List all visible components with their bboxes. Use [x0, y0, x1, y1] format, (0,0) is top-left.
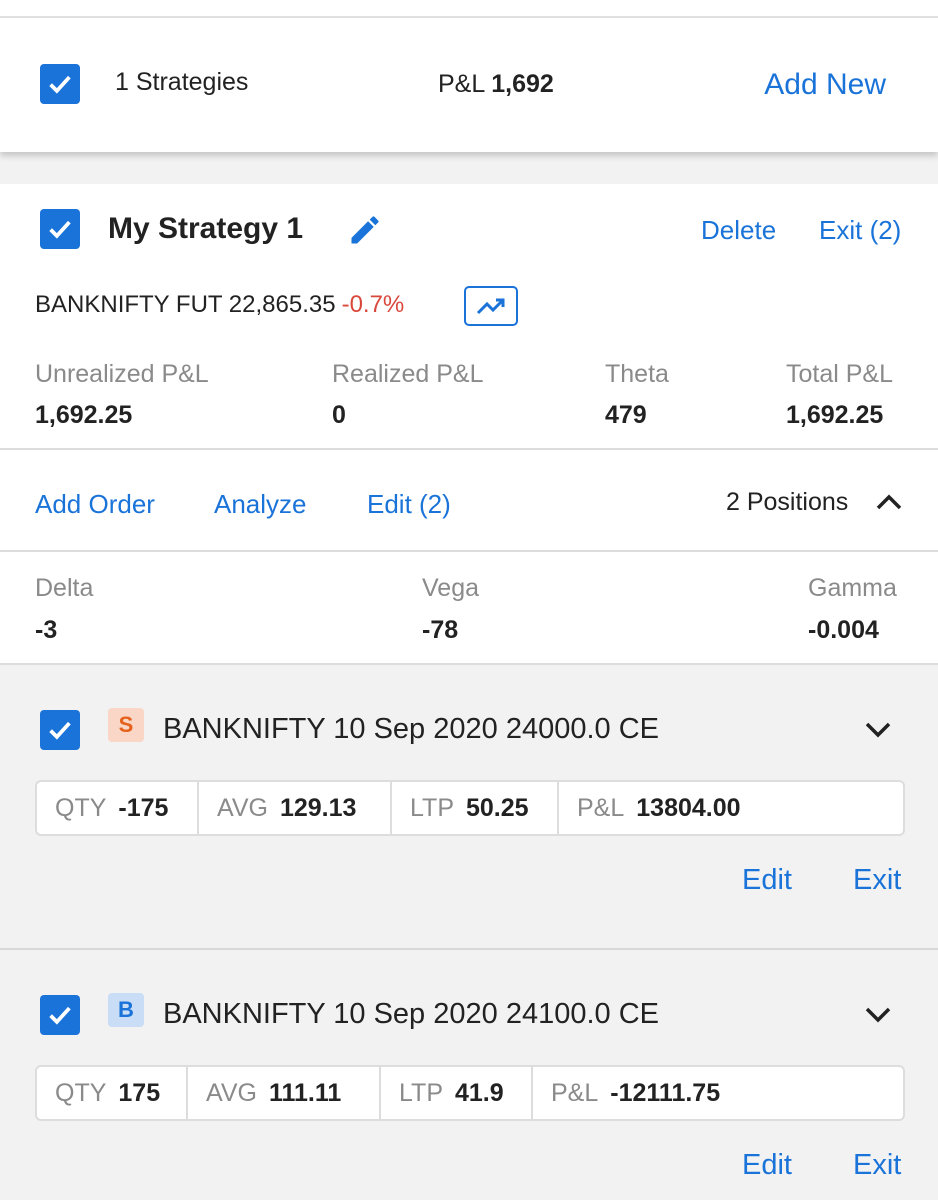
strategy-checkbox[interactable]	[40, 209, 80, 249]
unrealized-pnl-value: 1,692.25	[35, 401, 133, 429]
position-card: B BANKNIFTY 10 Sep 2020 24100.0 CE QTY 17…	[0, 950, 938, 1200]
theta-label: Theta	[605, 360, 669, 388]
add-order-button[interactable]: Add Order	[35, 489, 155, 520]
chevron-down-icon[interactable]	[863, 1004, 893, 1026]
chevron-up-icon[interactable]	[874, 490, 904, 512]
ltp-value: 50.25	[466, 793, 529, 822]
header-pnl: P&L 1,692	[438, 70, 554, 99]
avg-cell: AVG 111.11	[188, 1067, 381, 1119]
instrument-price: BANKNIFTY FUT 22,865.35	[35, 291, 336, 318]
trending-up-icon	[476, 298, 505, 315]
avg-label: AVG	[217, 793, 268, 822]
header-pnl-value: 1,692	[491, 70, 554, 98]
strategies-count: 1 Strategies	[115, 68, 249, 96]
qty-cell: QTY 175	[37, 1067, 188, 1119]
delta-label: Delta	[35, 574, 94, 602]
ltp-cell: LTP 41.9	[381, 1067, 533, 1119]
edit-position-button[interactable]: Edit	[742, 864, 792, 897]
position-title: BANKNIFTY 10 Sep 2020 24000.0 CE	[163, 713, 659, 745]
pnl-label: P&L	[577, 793, 625, 822]
avg-cell: AVG 129.13	[199, 782, 392, 834]
exit-position-button[interactable]: Exit	[853, 1149, 901, 1182]
strategy-name: My Strategy 1	[108, 212, 304, 245]
avg-value: 129.13	[279, 793, 357, 822]
pnl-value: -12111.75	[610, 1078, 721, 1107]
total-pnl-label: Total P&L	[786, 360, 894, 388]
instrument-change: -0.7%	[341, 291, 405, 318]
sell-badge: S	[108, 708, 144, 742]
total-pnl-value: 1,692.25	[786, 401, 884, 429]
realized-pnl-value: 0	[332, 401, 346, 429]
unrealized-pnl-label: Unrealized P&L	[35, 360, 209, 388]
divider	[0, 448, 938, 450]
pnl-label: P&L	[551, 1078, 599, 1107]
delta-value: -3	[35, 616, 58, 644]
gamma-value: -0.004	[808, 616, 879, 644]
divider	[0, 550, 938, 552]
check-icon	[49, 1006, 71, 1025]
position-checkbox[interactable]	[40, 995, 80, 1035]
positions-count[interactable]: 2 Positions	[726, 488, 848, 517]
add-new-button[interactable]: Add New	[764, 68, 886, 102]
chart-button[interactable]	[464, 286, 518, 326]
qty-value: 175	[118, 1078, 161, 1107]
pencil-icon[interactable]	[347, 212, 383, 248]
position-details: QTY 175 AVG 111.11 LTP 41.9 P&L -12111.75	[35, 1065, 905, 1121]
underlying-instrument: BANKNIFTY FUT 22,865.35 -0.7%	[35, 291, 404, 319]
ltp-cell: LTP 50.25	[392, 782, 559, 834]
realized-pnl-label: Realized P&L	[332, 360, 484, 388]
position-title: BANKNIFTY 10 Sep 2020 24100.0 CE	[163, 998, 659, 1030]
delete-strategy-button[interactable]: Delete	[701, 215, 776, 246]
pnl-cell: P&L -12111.75	[533, 1067, 903, 1119]
ltp-label: LTP	[399, 1078, 443, 1107]
exit-strategy-button[interactable]: Exit (2)	[819, 215, 901, 246]
exit-position-button[interactable]: Exit	[853, 864, 901, 897]
avg-label: AVG	[206, 1078, 257, 1107]
select-all-checkbox[interactable]	[40, 64, 80, 104]
chevron-down-icon[interactable]	[863, 719, 893, 741]
strategy-card: My Strategy 1 Delete Exit (2) BANKNIFTY …	[0, 184, 938, 664]
vega-label: Vega	[422, 574, 480, 602]
check-icon	[49, 75, 71, 94]
check-icon	[49, 220, 71, 239]
qty-label: QTY	[55, 1078, 107, 1107]
check-icon	[49, 721, 71, 740]
analyze-button[interactable]: Analyze	[214, 489, 307, 520]
qty-value: -175	[118, 793, 169, 822]
qty-label: QTY	[55, 793, 107, 822]
avg-value: 111.11	[268, 1078, 342, 1107]
pnl-value: 13804.00	[636, 793, 741, 822]
header-pnl-label: P&L	[438, 70, 486, 98]
vega-value: -78	[422, 616, 459, 644]
ltp-value: 41.9	[455, 1078, 504, 1107]
buy-badge: B	[108, 993, 144, 1027]
position-checkbox[interactable]	[40, 710, 80, 750]
pnl-cell: P&L 13804.00	[559, 782, 903, 834]
edit-position-button[interactable]: Edit	[742, 1149, 792, 1182]
position-card: S BANKNIFTY 10 Sep 2020 24000.0 CE QTY -1…	[0, 665, 938, 949]
theta-value: 479	[605, 401, 647, 429]
ltp-label: LTP	[410, 793, 454, 822]
position-details: QTY -175 AVG 129.13 LTP 50.25 P&L 13804.00	[35, 780, 905, 836]
gamma-label: Gamma	[808, 574, 897, 602]
header-divider	[0, 16, 938, 18]
strategies-header: 1 Strategies P&L 1,692 Add New	[0, 0, 938, 152]
qty-cell: QTY -175	[37, 782, 199, 834]
edit-strategy-button[interactable]: Edit (2)	[367, 489, 451, 520]
